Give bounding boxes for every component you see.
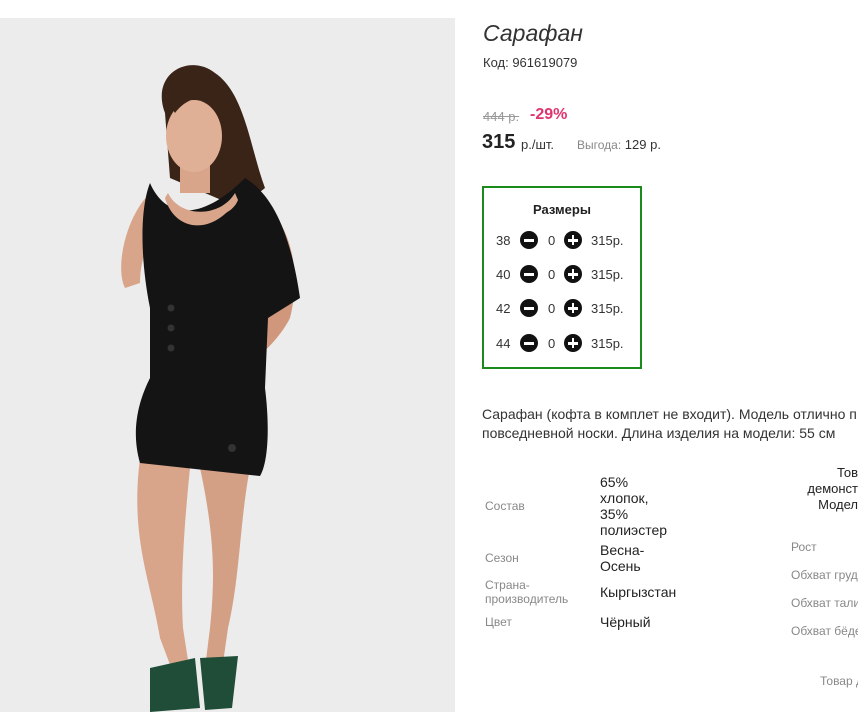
description-line: повседневной носки. Длина изделия на мод… [482,425,836,441]
model-height-label: Рост [791,540,817,554]
model-note-label: Товар д [820,674,858,688]
size-value: 42 [496,301,511,316]
size-price: 315р. [591,336,624,351]
plus-circle-icon[interactable] [564,265,582,283]
product-title: Сарафан [483,20,583,46]
profit-value: 129 р. [624,137,661,152]
minus-circle-icon[interactable] [520,231,538,249]
size-value: 38 [496,233,511,248]
old-price: 444 р. [483,109,520,124]
attr-label-country: Страна- производитель [485,578,569,606]
size-quantity: 0 [548,336,556,351]
size-price: 315р. [591,267,624,282]
model-waist-label: Обхват тали [791,596,858,610]
size-price: 315р. [591,233,624,248]
attr-label-composition: Состав [485,499,525,513]
attr-value-color: Чёрный [600,614,651,630]
size-row: 40 0 315р. [484,265,640,285]
plus-circle-icon[interactable] [564,231,582,249]
profit-label: Выгода: [577,138,622,152]
sizes-panel: Размеры 38 0 315р. 40 0 315р. 42 0 315р.… [482,186,642,369]
size-price: 315р. [591,301,624,316]
profit-info: Выгода: 129 р. [577,137,661,152]
size-value: 44 [496,336,511,351]
product-code: Код: 961619079 [483,55,578,70]
current-price: 315 [482,131,516,153]
product-description: Сарафан (кофта в комплет не входит). Мод… [482,405,858,443]
size-quantity: 0 [548,233,556,248]
size-quantity: 0 [548,301,556,316]
attr-label-season: Сезон [485,551,519,565]
sizes-title: Размеры [533,202,591,217]
plus-circle-icon[interactable] [564,334,582,352]
description-line: Сарафан (кофта в комплет не входит). Мод… [482,406,857,422]
minus-circle-icon[interactable] [520,299,538,317]
size-quantity: 0 [548,267,556,282]
attr-value-composition: 65% хлопок, 35% полиэстер [600,474,668,538]
model-chest-label: Обхват груд [791,568,858,582]
attr-value-country: Кыргызстан [600,584,677,600]
plus-circle-icon[interactable] [564,299,582,317]
minus-circle-icon[interactable] [520,334,538,352]
model-params-heading: Тов демонст Модел [807,465,858,512]
size-row: 38 0 315р. [484,231,640,251]
size-value: 40 [496,267,511,282]
product-photo[interactable] [0,18,455,712]
price-unit: р./шт. [521,137,555,152]
discount-badge: -29% [530,106,568,123]
model-hips-label: Обхват бёдє [791,624,858,638]
size-row: 42 0 315р. [484,299,640,319]
size-row: 44 0 315р. [484,334,640,354]
attr-value-season: Весна- Осень [600,542,645,574]
attr-label-color: Цвет [485,615,512,629]
minus-circle-icon[interactable] [520,265,538,283]
